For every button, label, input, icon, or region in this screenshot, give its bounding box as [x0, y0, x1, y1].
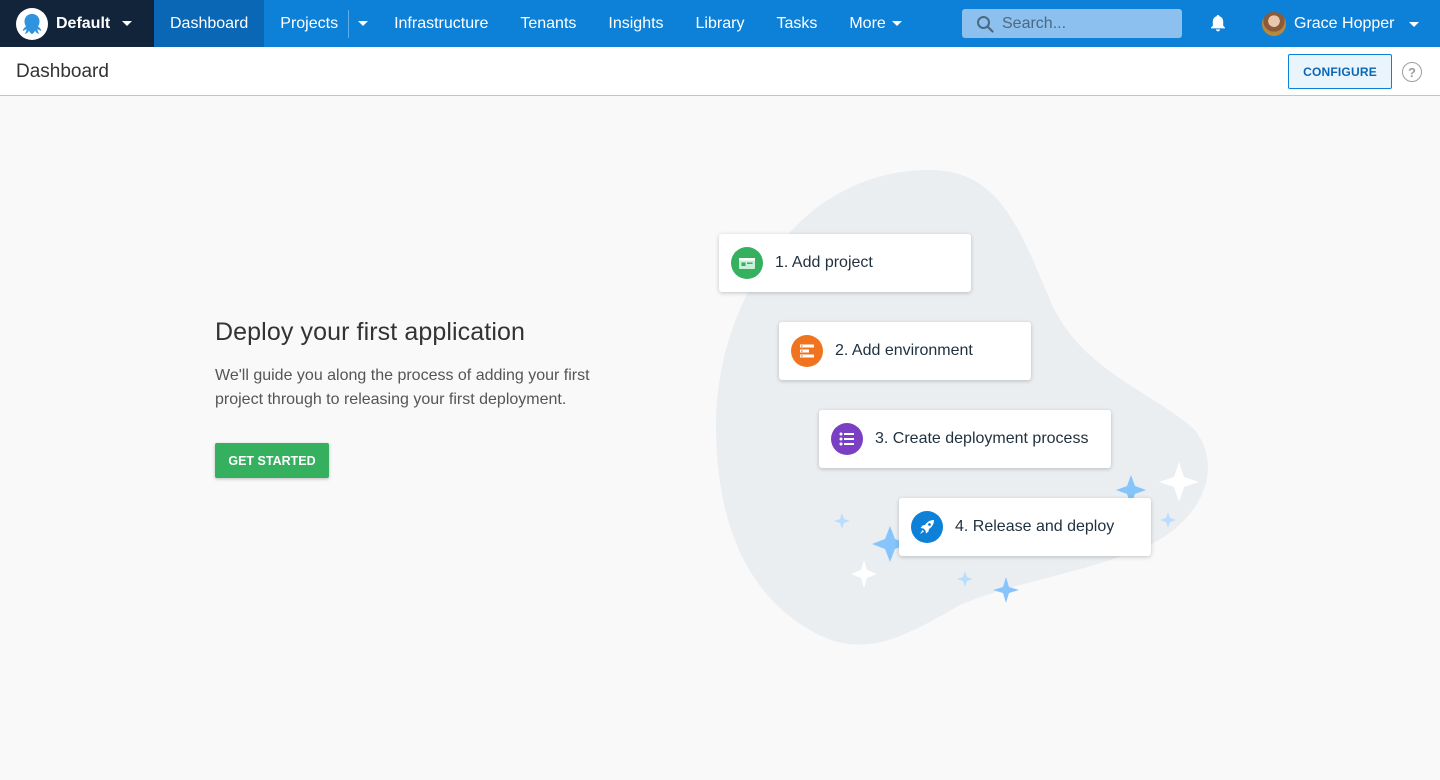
step-label: 3. Create deployment process: [875, 430, 1089, 447]
step-add-environment[interactable]: 2. Add environment: [779, 322, 1031, 380]
onboarding-title: Deploy your first application: [215, 318, 525, 346]
project-card-icon: [731, 247, 763, 279]
get-started-button[interactable]: GET STARTED: [215, 443, 329, 478]
onboarding-description: We'll guide you along the process of add…: [215, 367, 590, 408]
step-release-and-deploy[interactable]: 4. Release and deploy: [899, 498, 1151, 556]
list-icon: [831, 423, 863, 455]
rocket-icon: [911, 511, 943, 543]
environment-stack-icon: [791, 335, 823, 367]
step-add-project[interactable]: 1. Add project: [719, 234, 971, 292]
step-label: 1. Add project: [775, 254, 873, 271]
step-label: 4. Release and deploy: [955, 518, 1115, 535]
step-label: 2. Add environment: [835, 342, 973, 359]
step-create-deployment-process[interactable]: 3. Create deployment process: [819, 410, 1111, 468]
onboarding-intro: Deploy your first application We'll guid…: [215, 318, 635, 412]
